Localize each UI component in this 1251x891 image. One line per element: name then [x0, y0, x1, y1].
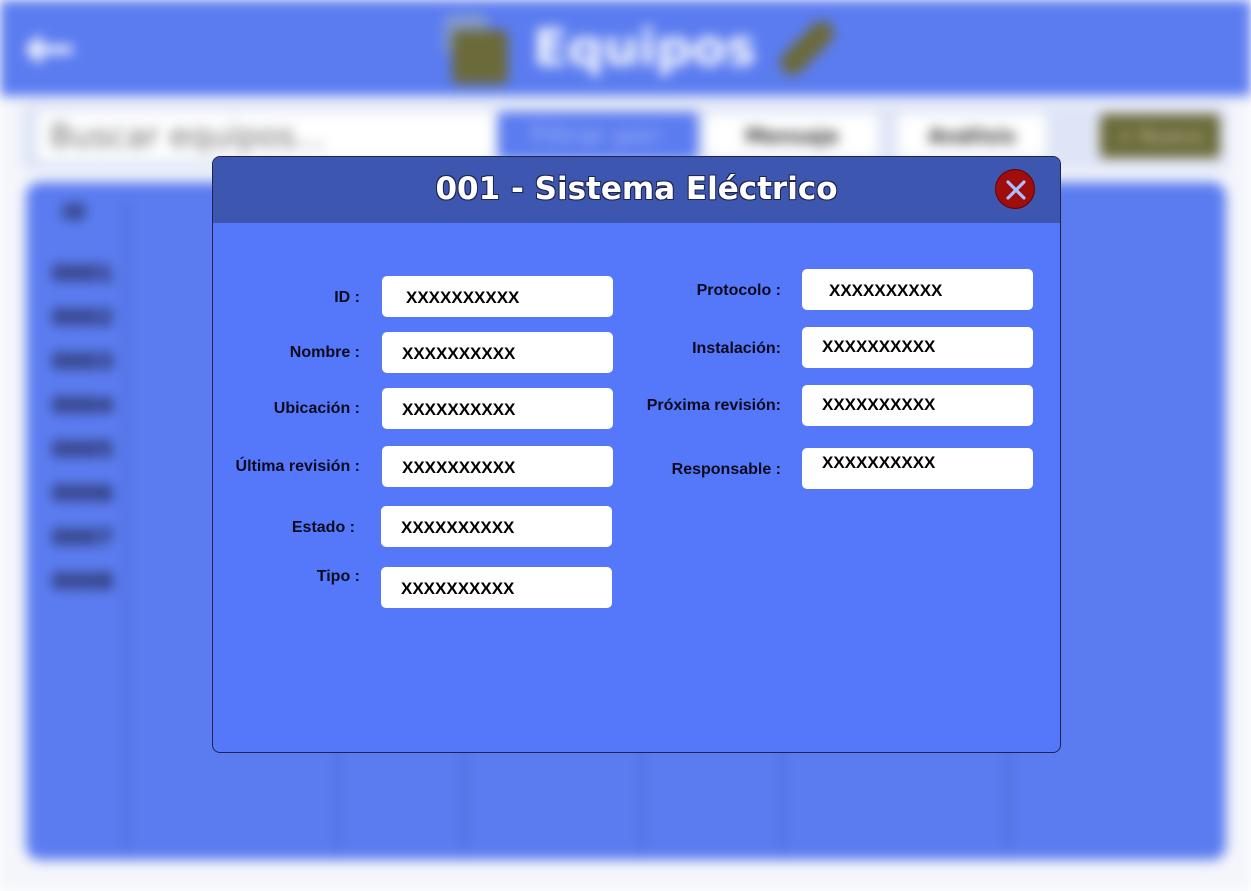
- field-input-tipo[interactable]: XXXXXXXXXX: [381, 567, 612, 608]
- field-label-id: ID :: [334, 289, 360, 306]
- field-label-nombre: Nombre :: [289, 344, 360, 361]
- field-label-ultima-revision: Última revisión :: [235, 458, 360, 475]
- field-label-instalacion: Instalación:: [692, 340, 781, 357]
- table-row[interactable]: 0004: [52, 394, 113, 419]
- field-label-tipo: Tipo :: [316, 568, 360, 585]
- new-equipment-button[interactable]: + Nuevo: [1100, 114, 1220, 158]
- table-divider: [124, 200, 128, 850]
- field-label-proxima-revision: Próxima revisión:: [646, 397, 781, 414]
- wrench-icon: [775, 16, 839, 80]
- filter-button[interactable]: Filtrar por:: [498, 112, 698, 160]
- field-label-responsable: Responsable :: [671, 461, 781, 478]
- equipment-detail-modal: 001 - Sistema Eléctrico ID : XXXXXXXXXX …: [212, 156, 1061, 753]
- table-row[interactable]: 0006: [52, 482, 113, 507]
- field-input-id[interactable]: XXXXXXXXXX: [382, 276, 613, 317]
- filter-chip-analisis[interactable]: Análisis: [898, 114, 1046, 158]
- table-row[interactable]: 0008: [52, 570, 113, 595]
- app-title: Equipos: [533, 19, 757, 77]
- table-header-id: ID: [62, 200, 87, 224]
- table-row[interactable]: 0005: [52, 438, 113, 463]
- field-input-ubicacion[interactable]: XXXXXXXXXX: [382, 388, 613, 429]
- table-row[interactable]: 0003: [52, 350, 113, 375]
- modal-title: 001 - Sistema Eléctrico: [435, 171, 838, 207]
- field-input-instalacion[interactable]: XXXXXXXXXX: [802, 327, 1033, 368]
- field-label-protocolo: Protocolo :: [696, 282, 781, 299]
- table-row[interactable]: 0001: [52, 262, 113, 287]
- search-input[interactable]: Buscar equipos...: [38, 112, 494, 160]
- filter-chip-mensaje[interactable]: Mensaje: [706, 114, 878, 158]
- table-row[interactable]: 0002: [52, 306, 113, 331]
- field-input-proxima-revision[interactable]: XXXXXXXXXX: [802, 385, 1033, 426]
- field-input-nombre[interactable]: XXXXXXXXXX: [382, 332, 613, 373]
- field-label-estado: Estado :: [291, 519, 355, 536]
- field-label-ubicacion: Ubicación :: [273, 400, 360, 417]
- app-title-bar: Equipos: [440, 6, 840, 90]
- field-input-ultima-revision[interactable]: XXXXXXXXXX: [382, 446, 613, 487]
- close-button[interactable]: [995, 169, 1035, 209]
- close-icon: [1006, 180, 1026, 200]
- field-input-estado[interactable]: XXXXXXXXXX: [381, 506, 612, 547]
- clipboard-icon: [440, 8, 515, 88]
- field-input-protocolo[interactable]: XXXXXXXXXX: [802, 269, 1033, 310]
- field-input-responsable[interactable]: XXXXXXXXXX: [802, 448, 1033, 489]
- back-arrow-icon[interactable]: ←: [24, 17, 94, 79]
- table-row[interactable]: 0007: [52, 526, 113, 551]
